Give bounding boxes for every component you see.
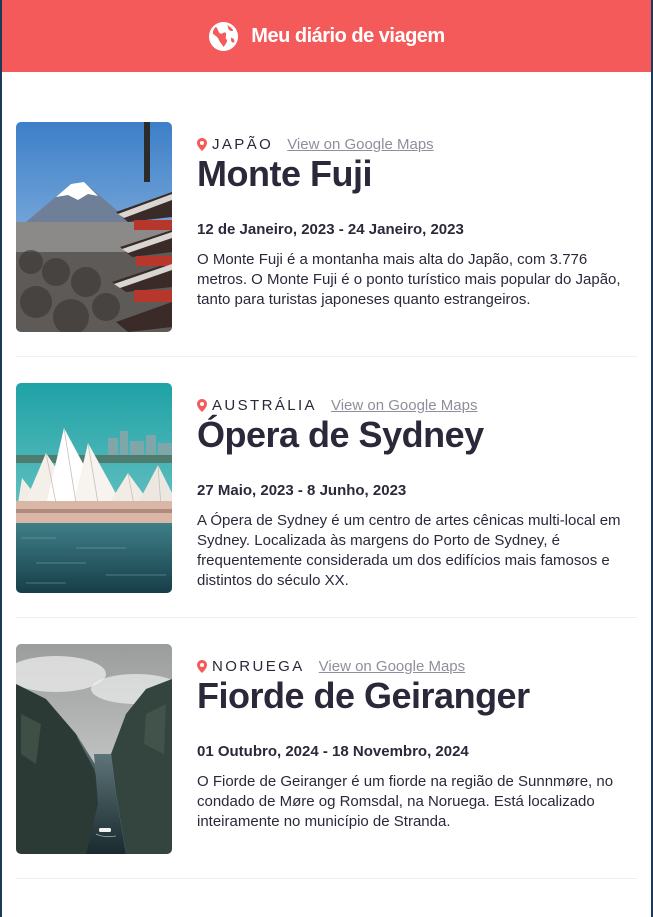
entry-description: A Ópera de Sydney é um centro de artes c…: [197, 512, 621, 589]
entry-country: NORUEGA: [212, 658, 305, 675]
location-pin-icon: [197, 138, 207, 151]
location-pin-icon: [197, 660, 207, 673]
entry-location: AUSTRÁLIA View on Google Maps: [197, 397, 637, 414]
entry-country: JAPÃO: [212, 136, 274, 153]
entry-country: AUSTRÁLIA: [212, 397, 317, 414]
travel-entry: AUSTRÁLIA View on Google Maps Ópera de S…: [16, 383, 637, 618]
google-maps-link[interactable]: View on Google Maps: [287, 136, 433, 153]
entry-location: JAPÃO View on Google Maps: [197, 136, 637, 153]
entry-title: Ópera de Sydney: [197, 414, 484, 455]
app-header: Meu diário de viagem: [2, 0, 651, 72]
app-frame: Meu diário de viagem JAPÃO View on Googl…: [0, 0, 653, 917]
entry-photo-geiranger: [16, 644, 172, 854]
entry-dates: 01 Outubro, 2024 - 18 Novembro, 2024: [197, 743, 469, 760]
entry-title: Monte Fuji: [197, 153, 372, 194]
entry-details: JAPÃO View on Google Maps Monte Fuji 12 …: [197, 122, 637, 332]
location-pin-icon: [197, 399, 207, 412]
entries-list: JAPÃO View on Google Maps Monte Fuji 12 …: [2, 72, 651, 879]
travel-entry: NORUEGA View on Google Maps Fiorde de Ge…: [16, 644, 637, 879]
entry-title: Fiorde de Geiranger: [197, 675, 530, 716]
globe-icon: [208, 21, 239, 52]
entry-details: AUSTRÁLIA View on Google Maps Ópera de S…: [197, 383, 637, 593]
google-maps-link[interactable]: View on Google Maps: [331, 397, 477, 414]
app-title: Meu diário de viagem: [251, 24, 445, 47]
entry-photo-fuji: [16, 122, 172, 332]
travel-entry: JAPÃO View on Google Maps Monte Fuji 12 …: [16, 122, 637, 357]
entry-location: NORUEGA View on Google Maps: [197, 658, 637, 675]
entry-description: O Monte Fuji é a montanha mais alta do J…: [197, 251, 621, 308]
entry-photo-sydney: [16, 383, 172, 593]
entry-details: NORUEGA View on Google Maps Fiorde de Ge…: [197, 644, 637, 854]
entry-dates: 27 Maio, 2023 - 8 Junho, 2023: [197, 482, 407, 499]
entry-dates: 12 de Janeiro, 2023 - 24 Janeiro, 2023: [197, 221, 464, 238]
entry-description: O Fiorde de Geiranger é um fiorde na reg…: [197, 773, 614, 830]
google-maps-link[interactable]: View on Google Maps: [319, 658, 465, 675]
